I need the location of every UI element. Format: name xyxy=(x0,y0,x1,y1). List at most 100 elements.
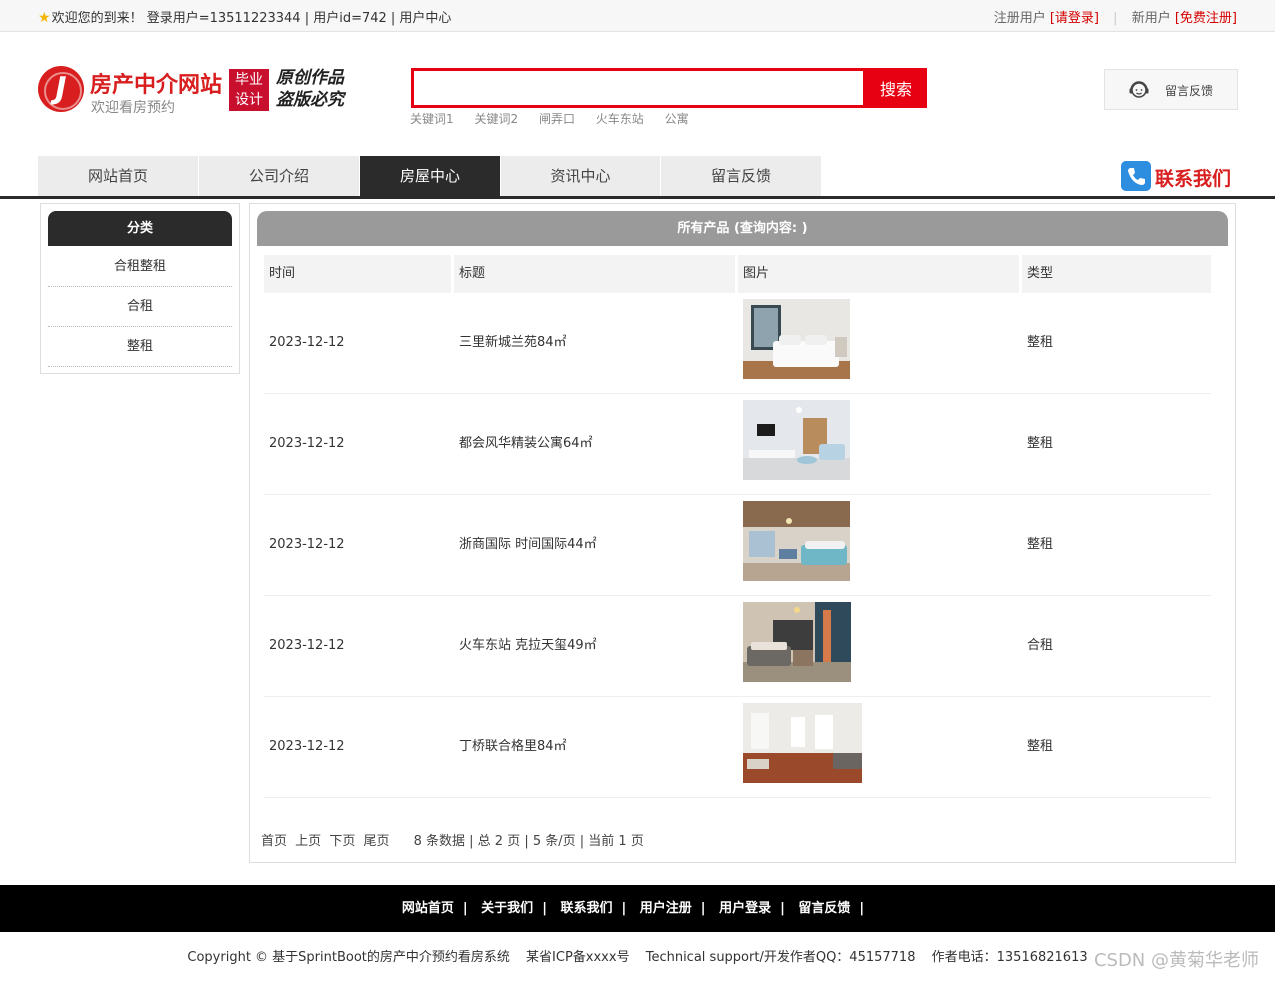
row-title[interactable]: 浙商国际 时间国际44㎡ xyxy=(454,495,597,595)
column-header: 图片 xyxy=(738,255,1019,293)
contact-us-label: 联系我们 xyxy=(1155,168,1232,190)
welcome-message[interactable]: 欢迎您的到来！ 登录用户=13511223344 | 用户id=742 | 用户… xyxy=(52,11,452,26)
column-header: 标题 xyxy=(454,255,735,293)
row-date: 2023-12-12 xyxy=(269,335,345,350)
category-item[interactable]: 整租 xyxy=(48,327,232,367)
next-page-link[interactable]: 下页 xyxy=(329,834,355,849)
phone-icon xyxy=(1121,161,1151,191)
row-title[interactable]: 三里新城兰苑84㎡ xyxy=(454,293,567,393)
logo-icon: J xyxy=(38,66,84,112)
badge-line: 毕业 xyxy=(235,72,263,88)
footer-link-feedback[interactable]: 留言反馈 xyxy=(798,901,850,916)
customer-service-icon xyxy=(1129,81,1149,98)
sidebar-title: 分类 xyxy=(48,211,232,246)
table-row: 2023-12-12 三里新城兰苑84㎡ 整租 xyxy=(264,293,1211,394)
stamp-line: 盗版必究 xyxy=(276,90,344,110)
row-date: 2023-12-12 xyxy=(269,537,345,552)
footer-link-login[interactable]: 用户登录 xyxy=(719,901,771,916)
footer-nav: 网站首页 | 关于我们 | 联系我们 | 用户注册 | 用户登录 | 留言反馈 | xyxy=(0,885,1275,932)
keyword-link[interactable]: 关键词1 xyxy=(410,112,454,126)
footer-separator: | xyxy=(462,901,468,916)
pagination: 首页 上页 下页 尾页 8 条数据 | 总 2 页 | 5 条/页 | 当前 1… xyxy=(261,830,644,849)
copyright-bar: Copyright © 基于SprintBoot的房产中介预约看房系统 某省IC… xyxy=(0,946,1275,965)
footer-separator: | xyxy=(542,901,547,916)
divider: | xyxy=(1113,11,1118,26)
graduation-badge: 毕业 设计 xyxy=(229,69,269,111)
site-logo[interactable]: J 房产中介网站 欢迎看房预约 毕业 设计 原创作品 盗版必究 xyxy=(38,66,358,120)
footer-separator: | xyxy=(700,901,706,916)
icp-text: 某省ICP备xxxx号 xyxy=(526,950,630,965)
row-date: 2023-12-12 xyxy=(269,739,345,754)
row-title[interactable]: 都会风华精装公寓64㎡ xyxy=(454,394,593,494)
nav-item-home[interactable]: 网站首页 xyxy=(38,156,198,196)
row-title[interactable]: 丁桥联合格里84㎡ xyxy=(454,697,567,797)
table-row: 2023-12-12 火车东站 克拉天玺49㎡ 合租 xyxy=(264,596,1211,697)
row-title[interactable]: 火车东站 克拉天玺49㎡ xyxy=(454,596,597,696)
pagination-info: 8 条数据 | 总 2 页 | 5 条/页 | 当前 1 页 xyxy=(413,834,644,849)
row-date: 2023-12-12 xyxy=(269,436,345,451)
account-links: 注册用户 [请登录] | 新用户 [免费注册] xyxy=(994,7,1237,26)
footer-separator: | xyxy=(621,901,627,916)
site-name: 房产中介网站 xyxy=(90,73,223,98)
keyword-link[interactable]: 公寓 xyxy=(665,112,689,126)
column-header: 类型 xyxy=(1022,255,1211,293)
hot-keywords: 关键词1 关键词2 闸弄口 火车东站 公寓 xyxy=(410,110,706,127)
category-item[interactable]: 合租整租 xyxy=(48,247,232,287)
row-date: 2023-12-12 xyxy=(269,638,345,653)
footer-separator: | xyxy=(780,901,785,916)
house-photo[interactable] xyxy=(743,703,862,783)
search-bar: 搜索 xyxy=(411,68,927,108)
login-link[interactable]: [请登录] xyxy=(1050,11,1099,26)
house-photo[interactable] xyxy=(743,400,850,480)
row-type: 合租 xyxy=(1027,638,1054,653)
keyword-link[interactable]: 闸弄口 xyxy=(539,112,575,126)
column-header: 时间 xyxy=(264,255,451,293)
feedback-button[interactable]: 留言反馈 xyxy=(1104,69,1238,110)
footer-separator: | xyxy=(859,901,865,916)
nav-item-news[interactable]: 资讯中心 xyxy=(501,156,660,196)
site-slogan: 欢迎看房预约 xyxy=(91,100,175,116)
category-item[interactable]: 合租 xyxy=(48,287,232,327)
footer-link-register[interactable]: 用户注册 xyxy=(640,901,692,916)
row-type: 整租 xyxy=(1027,739,1054,754)
category-sidebar: 分类 合租整租 合租 整租 xyxy=(40,203,240,374)
search-input[interactable] xyxy=(411,68,866,108)
footer-link-contact[interactable]: 联系我们 xyxy=(560,901,612,916)
top-bar: ★欢迎您的到来！ 登录用户=13511223344 | 用户id=742 | 用… xyxy=(0,0,1275,32)
table-header: 时间 标题 图片 类型 xyxy=(264,255,1211,293)
prev-page-link[interactable]: 上页 xyxy=(295,834,321,849)
register-link[interactable]: [免费注册] xyxy=(1175,11,1237,26)
support-text: Technical support/开发作者QQ：45157718 xyxy=(645,950,916,965)
stamp-line: 原创作品 xyxy=(276,68,344,88)
table-row: 2023-12-12 浙商国际 时间国际44㎡ 整租 xyxy=(264,495,1211,596)
csdn-watermark: CSDN @黄菊华老师 xyxy=(1093,950,1259,971)
register-prefix: 注册用户 xyxy=(993,11,1046,26)
table-row: 2023-12-12 丁桥联合格里84㎡ 整租 xyxy=(264,697,1211,798)
footer-link-about[interactable]: 关于我们 xyxy=(481,901,533,916)
house-photo[interactable] xyxy=(743,501,850,581)
last-page-link[interactable]: 尾页 xyxy=(363,834,389,849)
nav-item-feedback[interactable]: 留言反馈 xyxy=(661,156,821,196)
welcome-text: ★欢迎您的到来！ 登录用户=13511223344 | 用户id=742 | 用… xyxy=(38,7,451,26)
row-type: 整租 xyxy=(1027,436,1054,451)
new-user-prefix: 新用户 xyxy=(1131,11,1171,26)
row-type: 整租 xyxy=(1027,537,1054,552)
nav-item-houses[interactable]: 房屋中心 xyxy=(360,156,500,196)
keyword-link[interactable]: 火车东站 xyxy=(596,112,644,126)
keyword-link[interactable]: 关键词2 xyxy=(474,112,518,126)
house-photo[interactable] xyxy=(743,299,850,379)
phone-text: 作者电话：13516821613 xyxy=(931,950,1088,965)
copyright-text: Copyright © 基于SprintBoot的房产中介预约看房系统 xyxy=(187,950,510,965)
product-panel: 所有产品 (查询内容: ) 时间 标题 图片 类型 2023-12-12 三里新… xyxy=(249,203,1236,863)
star-icon: ★ xyxy=(38,10,51,26)
panel-title: 所有产品 (查询内容: ) xyxy=(257,211,1228,246)
nav-underline xyxy=(0,196,1275,199)
feedback-button-label: 留言反馈 xyxy=(1165,84,1214,98)
footer-link-home[interactable]: 网站首页 xyxy=(402,901,454,916)
first-page-link[interactable]: 首页 xyxy=(261,834,287,849)
house-photo[interactable] xyxy=(743,602,851,682)
search-button[interactable]: 搜索 xyxy=(865,68,927,108)
table-row: 2023-12-12 都会风华精装公寓64㎡ 整租 xyxy=(264,394,1211,495)
nav-item-company[interactable]: 公司介绍 xyxy=(199,156,359,196)
row-type: 整租 xyxy=(1027,335,1054,350)
